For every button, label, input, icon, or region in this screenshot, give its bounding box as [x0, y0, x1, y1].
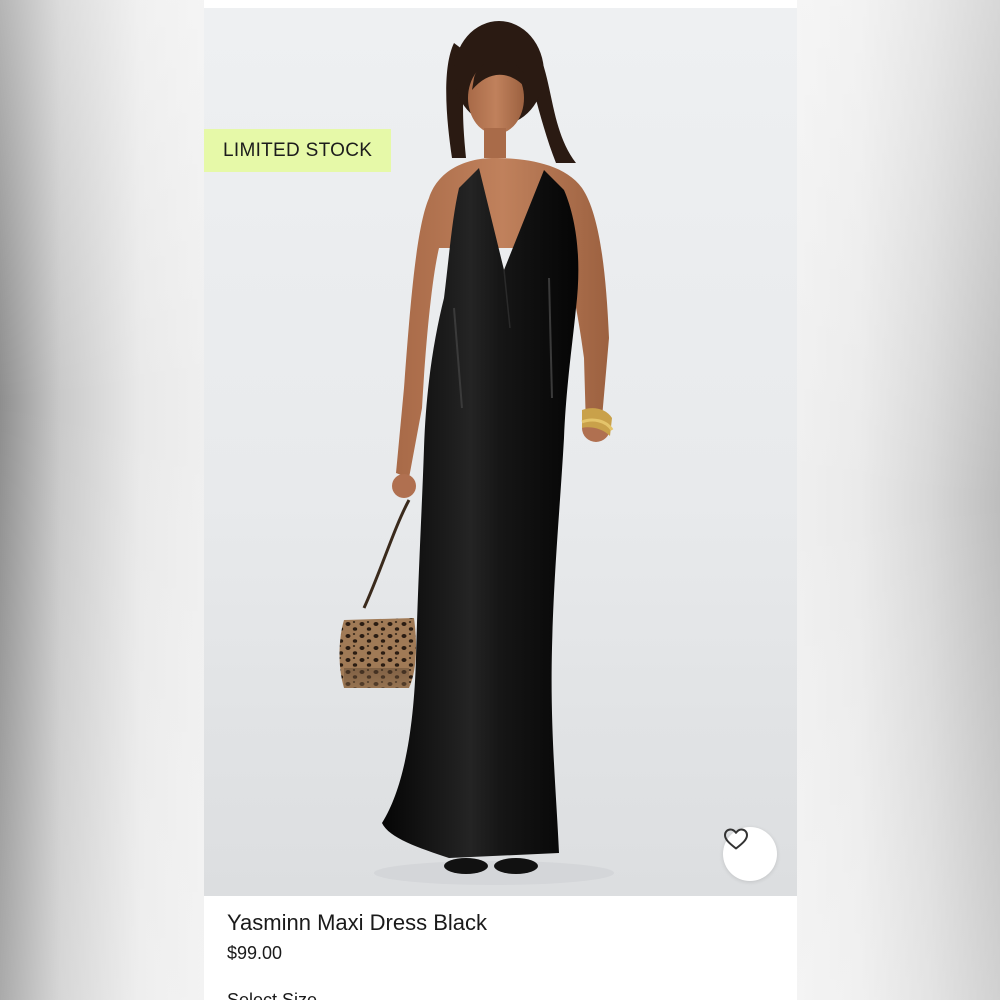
- select-size-label[interactable]: Select Size: [227, 990, 317, 1000]
- product-price: $99.00: [227, 943, 283, 963]
- product-title[interactable]: Yasminn Maxi Dress Black: [227, 910, 487, 936]
- background-right: [796, 0, 1000, 1000]
- badge-label: LIMITED STOCK: [223, 139, 373, 161]
- product-card: LIMITED STOCK Yasminn Maxi Dress Black $…: [204, 0, 797, 1000]
- favorite-button[interactable]: [723, 827, 777, 881]
- limited-stock-badge: LIMITED STOCK: [204, 129, 392, 172]
- heart-outline-icon: [724, 828, 748, 850]
- background-left: [0, 0, 204, 1000]
- top-strip: [204, 0, 797, 8]
- product-image[interactable]: LIMITED STOCK: [204, 8, 797, 896]
